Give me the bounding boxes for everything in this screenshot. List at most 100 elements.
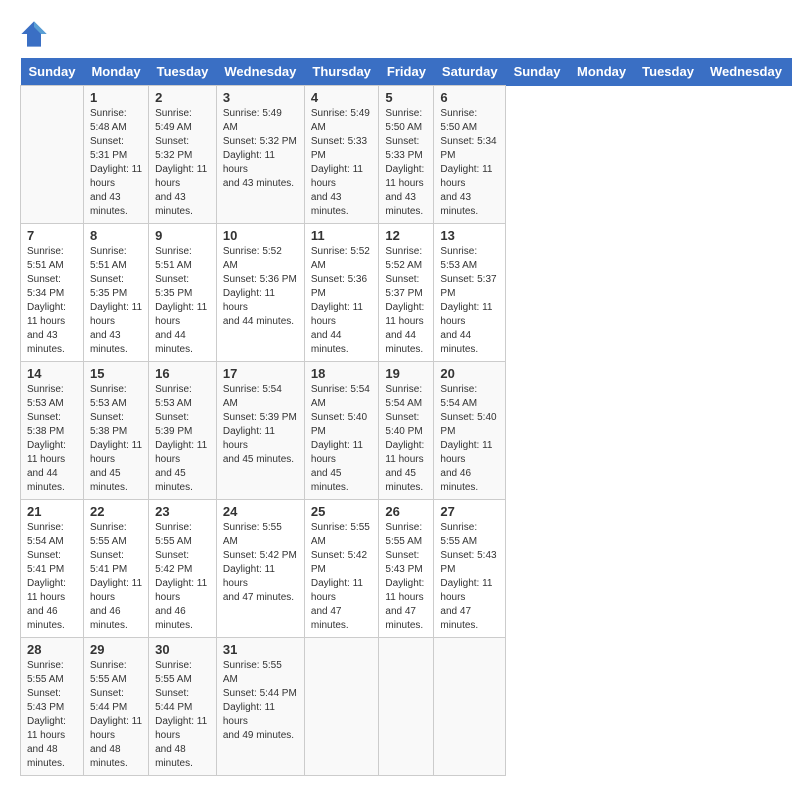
- day-number: 17: [223, 366, 298, 381]
- page-header: [20, 20, 772, 48]
- calendar-cell: 29Sunrise: 5:55 AM Sunset: 5:44 PM Dayli…: [83, 638, 148, 776]
- day-number: 1: [90, 90, 142, 105]
- day-number: 9: [155, 228, 210, 243]
- calendar-cell: 19 Sunrise: 5:54 AM Sunset: 5:40 PM Dayli…: [379, 362, 434, 500]
- calendar-header-monday: Monday: [569, 58, 634, 86]
- calendar-header-row: SundayMondayTuesdayWednesdayThursdayFrid…: [21, 58, 792, 86]
- day-info: Sunrise: 5:55 AM Sunset: 5:44 PM Dayligh…: [90, 659, 142, 771]
- calendar-cell: 4 Sunrise: 5:49 AM Sunset: 5:33 PM Daylig…: [304, 86, 379, 224]
- calendar-header-friday: Friday: [379, 58, 434, 86]
- logo: [20, 20, 52, 48]
- day-number: 18: [311, 366, 373, 381]
- calendar-cell: 10Sunrise: 5:52 AM Sunset: 5:36 PM Dayli…: [216, 224, 304, 362]
- day-number: 4: [311, 90, 373, 105]
- day-info: Sunrise: 5:55 AM Sunset: 5:44 PM Dayligh…: [223, 659, 298, 743]
- day-info: Sunrise: 5:51 AM Sunset: 5:34 PM Dayligh…: [27, 245, 77, 357]
- day-info: Sunrise: 5:55 AM Sunset: 5:43 PM Dayligh…: [440, 521, 499, 633]
- day-info: Sunrise: 5:55 AM Sunset: 5:43 PM Dayligh…: [27, 659, 77, 771]
- day-number: 13: [440, 228, 499, 243]
- day-info: Sunrise: 5:48 AM Sunset: 5:31 PM Dayligh…: [90, 107, 142, 219]
- calendar-cell: 8Sunrise: 5:51 AM Sunset: 5:35 PM Daylig…: [83, 224, 148, 362]
- day-info: Sunrise: 5:54 AM Sunset: 5:39 PM Dayligh…: [223, 383, 298, 467]
- calendar-cell: [379, 638, 434, 776]
- calendar-cell: 24Sunrise: 5:55 AM Sunset: 5:42 PM Dayli…: [216, 500, 304, 638]
- day-info: Sunrise: 5:55 AM Sunset: 5:42 PM Dayligh…: [155, 521, 210, 633]
- day-number: 16: [155, 366, 210, 381]
- calendar-table: SundayMondayTuesdayWednesdayThursdayFrid…: [20, 58, 792, 776]
- day-info: Sunrise: 5:53 AM Sunset: 5:38 PM Dayligh…: [27, 383, 77, 495]
- calendar-cell: 11 Sunrise: 5:52 AM Sunset: 5:36 PM Dayli…: [304, 224, 379, 362]
- calendar-week-3: 14 Sunrise: 5:53 AM Sunset: 5:38 PM Dayli…: [21, 362, 792, 500]
- calendar-cell: 23Sunrise: 5:55 AM Sunset: 5:42 PM Dayli…: [149, 500, 217, 638]
- calendar-header-saturday: Saturday: [434, 58, 506, 86]
- calendar-cell: 6Sunrise: 5:50 AM Sunset: 5:34 PM Daylig…: [434, 86, 506, 224]
- calendar-cell: 22 Sunrise: 5:55 AM Sunset: 5:41 PM Dayli…: [83, 500, 148, 638]
- day-info: Sunrise: 5:53 AM Sunset: 5:39 PM Dayligh…: [155, 383, 210, 495]
- calendar-cell: 15 Sunrise: 5:53 AM Sunset: 5:38 PM Dayli…: [83, 362, 148, 500]
- day-info: Sunrise: 5:52 AM Sunset: 5:37 PM Dayligh…: [385, 245, 427, 357]
- calendar-cell: 5 Sunrise: 5:50 AM Sunset: 5:33 PM Daylig…: [379, 86, 434, 224]
- day-info: Sunrise: 5:54 AM Sunset: 5:40 PM Dayligh…: [311, 383, 373, 495]
- calendar-cell: 31 Sunrise: 5:55 AM Sunset: 5:44 PM Dayli…: [216, 638, 304, 776]
- calendar-header-sunday: Sunday: [506, 58, 569, 86]
- day-info: Sunrise: 5:49 AM Sunset: 5:32 PM Dayligh…: [223, 107, 298, 191]
- day-info: Sunrise: 5:55 AM Sunset: 5:44 PM Dayligh…: [155, 659, 210, 771]
- calendar-cell: 13 Sunrise: 5:53 AM Sunset: 5:37 PM Dayli…: [434, 224, 506, 362]
- calendar-cell: [434, 638, 506, 776]
- calendar-header-wednesday: Wednesday: [216, 58, 304, 86]
- day-number: 19: [385, 366, 427, 381]
- calendar-cell: 21Sunrise: 5:54 AM Sunset: 5:41 PM Dayli…: [21, 500, 84, 638]
- calendar-cell: 3 Sunrise: 5:49 AM Sunset: 5:32 PM Daylig…: [216, 86, 304, 224]
- day-info: Sunrise: 5:51 AM Sunset: 5:35 PM Dayligh…: [90, 245, 142, 357]
- calendar-cell: 16 Sunrise: 5:53 AM Sunset: 5:39 PM Dayli…: [149, 362, 217, 500]
- calendar-header-sunday: Sunday: [21, 58, 84, 86]
- day-number: 15: [90, 366, 142, 381]
- day-info: Sunrise: 5:53 AM Sunset: 5:38 PM Dayligh…: [90, 383, 142, 495]
- day-info: Sunrise: 5:49 AM Sunset: 5:33 PM Dayligh…: [311, 107, 373, 219]
- day-info: Sunrise: 5:49 AM Sunset: 5:32 PM Dayligh…: [155, 107, 210, 219]
- day-number: 21: [27, 504, 77, 519]
- day-number: 14: [27, 366, 77, 381]
- day-number: 3: [223, 90, 298, 105]
- calendar-cell: 30Sunrise: 5:55 AM Sunset: 5:44 PM Dayli…: [149, 638, 217, 776]
- day-number: 11: [311, 228, 373, 243]
- calendar-cell: 28Sunrise: 5:55 AM Sunset: 5:43 PM Dayli…: [21, 638, 84, 776]
- day-info: Sunrise: 5:50 AM Sunset: 5:34 PM Dayligh…: [440, 107, 499, 219]
- calendar-cell: [304, 638, 379, 776]
- calendar-cell: 26 Sunrise: 5:55 AM Sunset: 5:43 PM Dayli…: [379, 500, 434, 638]
- calendar-week-4: 21Sunrise: 5:54 AM Sunset: 5:41 PM Dayli…: [21, 500, 792, 638]
- day-info: Sunrise: 5:55 AM Sunset: 5:41 PM Dayligh…: [90, 521, 142, 633]
- day-number: 27: [440, 504, 499, 519]
- day-info: Sunrise: 5:54 AM Sunset: 5:40 PM Dayligh…: [385, 383, 427, 495]
- calendar-cell: 2Sunrise: 5:49 AM Sunset: 5:32 PM Daylig…: [149, 86, 217, 224]
- calendar-header-wednesday: Wednesday: [702, 58, 790, 86]
- calendar-week-2: 7 Sunrise: 5:51 AM Sunset: 5:34 PM Daylig…: [21, 224, 792, 362]
- calendar-cell: 20Sunrise: 5:54 AM Sunset: 5:40 PM Dayli…: [434, 362, 506, 500]
- calendar-cell: 18 Sunrise: 5:54 AM Sunset: 5:40 PM Dayli…: [304, 362, 379, 500]
- calendar-week-1: 1 Sunrise: 5:48 AM Sunset: 5:31 PM Daylig…: [21, 86, 792, 224]
- calendar-cell: 14 Sunrise: 5:53 AM Sunset: 5:38 PM Dayli…: [21, 362, 84, 500]
- calendar-cell: 25Sunrise: 5:55 AM Sunset: 5:42 PM Dayli…: [304, 500, 379, 638]
- day-info: Sunrise: 5:55 AM Sunset: 5:43 PM Dayligh…: [385, 521, 427, 633]
- day-number: 31: [223, 642, 298, 657]
- logo-icon: [20, 20, 48, 48]
- day-info: Sunrise: 5:52 AM Sunset: 5:36 PM Dayligh…: [311, 245, 373, 357]
- day-number: 5: [385, 90, 427, 105]
- day-number: 20: [440, 366, 499, 381]
- day-number: 26: [385, 504, 427, 519]
- day-info: Sunrise: 5:53 AM Sunset: 5:37 PM Dayligh…: [440, 245, 499, 357]
- day-info: Sunrise: 5:55 AM Sunset: 5:42 PM Dayligh…: [223, 521, 298, 605]
- day-info: Sunrise: 5:50 AM Sunset: 5:33 PM Dayligh…: [385, 107, 427, 219]
- calendar-cell: 12Sunrise: 5:52 AM Sunset: 5:37 PM Dayli…: [379, 224, 434, 362]
- day-info: Sunrise: 5:51 AM Sunset: 5:35 PM Dayligh…: [155, 245, 210, 357]
- day-info: Sunrise: 5:52 AM Sunset: 5:36 PM Dayligh…: [223, 245, 298, 329]
- day-number: 22: [90, 504, 142, 519]
- calendar-header-monday: Monday: [83, 58, 148, 86]
- calendar-cell: [21, 86, 84, 224]
- day-info: Sunrise: 5:55 AM Sunset: 5:42 PM Dayligh…: [311, 521, 373, 633]
- calendar-cell: 27 Sunrise: 5:55 AM Sunset: 5:43 PM Dayli…: [434, 500, 506, 638]
- day-number: 7: [27, 228, 77, 243]
- calendar-header-tuesday: Tuesday: [634, 58, 702, 86]
- calendar-header-thursday: Thursday: [304, 58, 379, 86]
- calendar-cell: 9 Sunrise: 5:51 AM Sunset: 5:35 PM Daylig…: [149, 224, 217, 362]
